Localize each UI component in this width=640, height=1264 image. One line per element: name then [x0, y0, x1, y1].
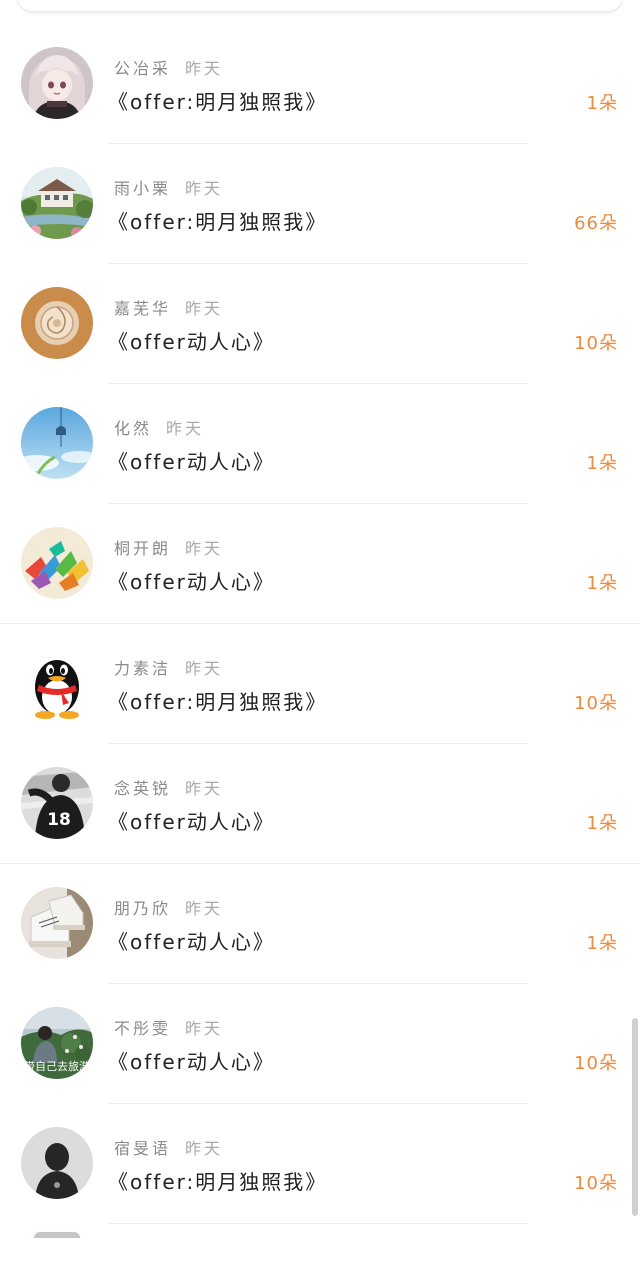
girl-flowers-avatar[interactable]: 带自己去旅游 — [21, 1007, 93, 1079]
list-item[interactable]: 化然 昨天 《offer动人心》 1朵 — [0, 372, 640, 504]
list-item[interactable]: 雨小栗 昨天 《offer:明月独照我》 66朵 — [0, 132, 640, 264]
shell-avatar[interactable] — [21, 287, 93, 359]
jersey-person-avatar[interactable]: 18 — [21, 767, 93, 839]
flower-count: 1朵 — [586, 813, 618, 834]
user-name[interactable]: 雨小栗 — [114, 179, 171, 198]
time-label: 昨天 — [185, 179, 224, 198]
user-name-line: 化然 昨天 — [114, 415, 204, 439]
show-title: 《offer动人心》 — [108, 810, 275, 834]
user-name[interactable]: 桐开朗 — [114, 539, 171, 558]
flower-count: 10朵 — [574, 333, 618, 354]
user-name-line: 不彤雯 昨天 — [114, 1015, 223, 1039]
user-name[interactable]: 朋乃欣 — [114, 899, 171, 918]
user-name[interactable]: 化然 — [114, 419, 152, 438]
flower-count: 1朵 — [586, 933, 618, 954]
next-avatar-peek — [34, 1232, 80, 1238]
show-title: 《offer动人心》 — [108, 1050, 275, 1074]
user-name-line: 嘉芜华 昨天 — [114, 295, 223, 319]
user-name[interactable]: 不彤雯 — [114, 1019, 171, 1038]
photo-caption: 带自己去旅游 — [24, 1059, 90, 1073]
flower-count: 1朵 — [586, 93, 618, 114]
show-title: 《offer:明月独照我》 — [108, 210, 328, 234]
list-item[interactable]: 力素洁 昨天 《offer:明月独照我》 10朵 — [0, 612, 640, 744]
list-item[interactable]: 公冶采 昨天 《offer:明月独照我》 1朵 — [0, 12, 640, 144]
user-name[interactable]: 念英锐 — [114, 779, 171, 798]
flower-count: 1朵 — [586, 453, 618, 474]
list-item[interactable]: 18 念英锐 昨天 《offer动人心》 1朵 — [0, 732, 640, 864]
list-item[interactable]: 桐开朗 昨天 《offer动人心》 1朵 — [0, 492, 640, 624]
sky-windchime-avatar[interactable] — [21, 407, 93, 479]
scrollbar[interactable] — [632, 1018, 638, 1216]
jersey-number: 18 — [47, 810, 71, 830]
user-name-line: 朋乃欣 昨天 — [114, 895, 223, 919]
flower-count: 66朵 — [574, 213, 618, 234]
time-label: 昨天 — [166, 419, 205, 438]
show-title: 《offer动人心》 — [108, 330, 275, 354]
show-title: 《offer:明月独照我》 — [108, 690, 328, 714]
time-label: 昨天 — [185, 1019, 224, 1038]
show-title: 《offer动人心》 — [108, 930, 275, 954]
user-name-line: 桐开朗 昨天 — [114, 535, 223, 559]
show-title: 《offer动人心》 — [108, 570, 275, 594]
user-name-line: 宿旻语 昨天 — [114, 1135, 223, 1159]
top-card-edge — [18, 0, 622, 11]
show-title: 《offer:明月独照我》 — [108, 90, 328, 114]
house-landscape-avatar[interactable] — [21, 167, 93, 239]
time-label: 昨天 — [185, 1139, 224, 1158]
show-title: 《offer动人心》 — [108, 450, 275, 474]
flower-count: 10朵 — [574, 1173, 618, 1194]
user-name-line: 力素洁 昨天 — [114, 655, 223, 679]
divider — [108, 1223, 528, 1224]
user-name-line: 念英锐 昨天 — [114, 775, 223, 799]
time-label: 昨天 — [185, 539, 224, 558]
list-item[interactable]: 朋乃欣 昨天 《offer动人心》 1朵 — [0, 852, 640, 984]
user-name-line: 公冶采 昨天 — [114, 55, 223, 79]
user-name[interactable]: 公冶采 — [114, 59, 171, 78]
flower-count: 10朵 — [574, 693, 618, 714]
silhouette-avatar[interactable] — [21, 1127, 93, 1199]
time-label: 昨天 — [185, 899, 224, 918]
anime-girl-avatar[interactable] — [21, 47, 93, 119]
flower-count: 1朵 — [586, 573, 618, 594]
user-name[interactable]: 宿旻语 — [114, 1139, 171, 1158]
user-name[interactable]: 嘉芜华 — [114, 299, 171, 318]
user-name[interactable]: 力素洁 — [114, 659, 171, 678]
time-label: 昨天 — [185, 659, 224, 678]
sneakers-avatar[interactable] — [21, 887, 93, 959]
time-label: 昨天 — [185, 299, 224, 318]
list-item[interactable]: 嘉芜华 昨天 《offer动人心》 10朵 — [0, 252, 640, 384]
flower-count: 10朵 — [574, 1053, 618, 1074]
time-label: 昨天 — [185, 779, 224, 798]
user-name-line: 雨小栗 昨天 — [114, 175, 223, 199]
time-label: 昨天 — [185, 59, 224, 78]
show-title: 《offer:明月独照我》 — [108, 1170, 328, 1194]
list-item[interactable]: 宿旻语 昨天 《offer:明月独照我》 10朵 — [0, 1092, 640, 1224]
paper-cranes-avatar[interactable] — [21, 527, 93, 599]
list-item[interactable]: 带自己去旅游 不彤雯 昨天 《offer动人心》 10朵 — [0, 972, 640, 1104]
penguin-avatar[interactable] — [21, 647, 93, 719]
